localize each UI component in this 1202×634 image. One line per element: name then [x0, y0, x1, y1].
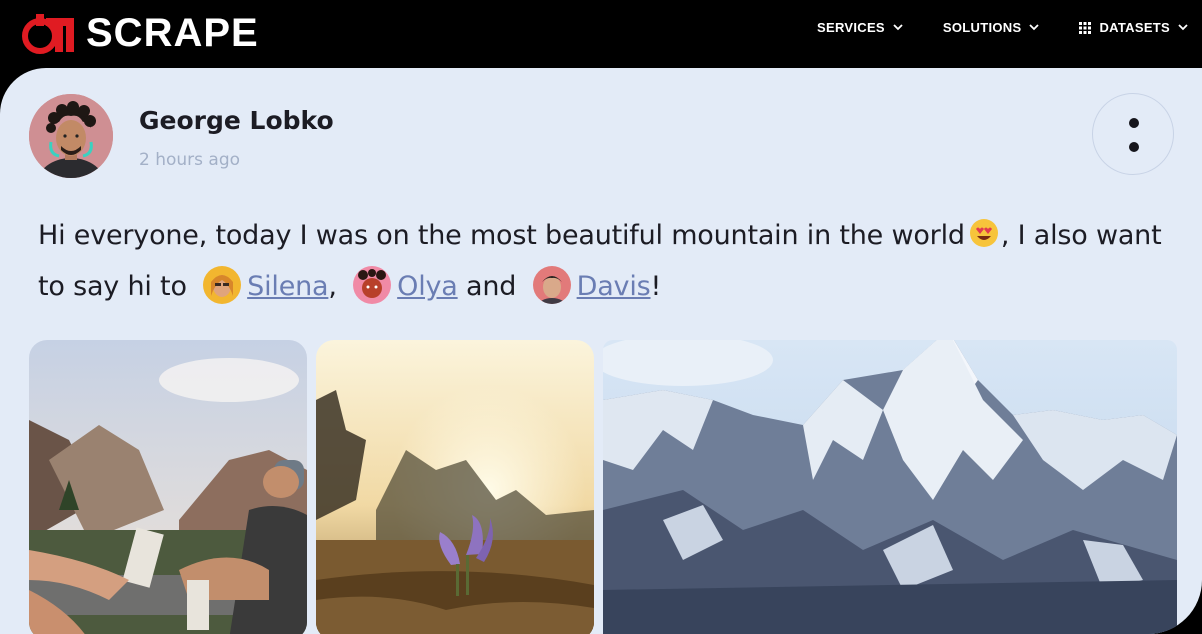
mention-davis[interactable]: Davis [577, 271, 651, 302]
mention-olya[interactable]: Olya [397, 271, 458, 302]
post-body: Hi everyone, today I was on the most bea… [38, 210, 1178, 312]
more-options-icon-dot [1129, 142, 1139, 152]
post-author-name[interactable]: George Lobko [139, 106, 334, 135]
brand-logo-text: SCRAPE [86, 11, 259, 55]
mention-silena[interactable]: Silena [247, 271, 328, 302]
more-options-button[interactable] [1092, 93, 1174, 175]
chevron-down-icon [893, 24, 903, 31]
brand-logo-mark-icon [22, 14, 74, 54]
grid-icon [1079, 21, 1092, 34]
friends-in-canyon-photo [29, 340, 307, 634]
more-options-icon [1129, 118, 1139, 128]
nav-services[interactable]: SERVICES [817, 20, 903, 35]
post-card: George Lobko 2 hours ago Hi everyone, to… [0, 68, 1202, 634]
post-end-punct: ! [650, 271, 662, 302]
olya-avatar [353, 265, 392, 304]
author-avatar[interactable] [29, 94, 113, 178]
chevron-down-icon [1178, 24, 1188, 31]
brand-logo[interactable]: SCRAPE [22, 8, 259, 58]
post-text-part1: Hi everyone, today I was on the most bea… [38, 220, 965, 251]
chevron-down-icon [1029, 24, 1040, 31]
post-timestamp: 2 hours ago [139, 150, 241, 170]
silena-avatar [203, 265, 242, 304]
nav-datasets-label: DATASETS [1099, 20, 1170, 35]
heart-eyes-emoji-icon [969, 218, 998, 247]
davis-avatar [532, 265, 571, 304]
main-nav: SERVICES SOLUTIONS DATASETS [817, 20, 1188, 35]
post-photo-3[interactable] [603, 340, 1177, 634]
nav-datasets[interactable]: DATASETS [1079, 20, 1188, 35]
post-photo-1[interactable] [29, 340, 307, 634]
snowy-mountain-photo [603, 340, 1177, 634]
mention-separator-comma: , [328, 271, 337, 302]
nav-solutions-label: SOLUTIONS [942, 20, 1022, 35]
nav-solutions[interactable]: SOLUTIONS [943, 20, 1040, 35]
author-avatar-image [29, 94, 113, 178]
crocus-at-sunset-photo [316, 340, 594, 634]
post-photo-2[interactable] [316, 340, 594, 634]
top-navigation-bar: SCRAPE SERVICES SOLUTIONS DATASETS [0, 0, 1202, 70]
nav-services-label: SERVICES [817, 20, 885, 35]
mention-and-word: and [466, 271, 517, 302]
